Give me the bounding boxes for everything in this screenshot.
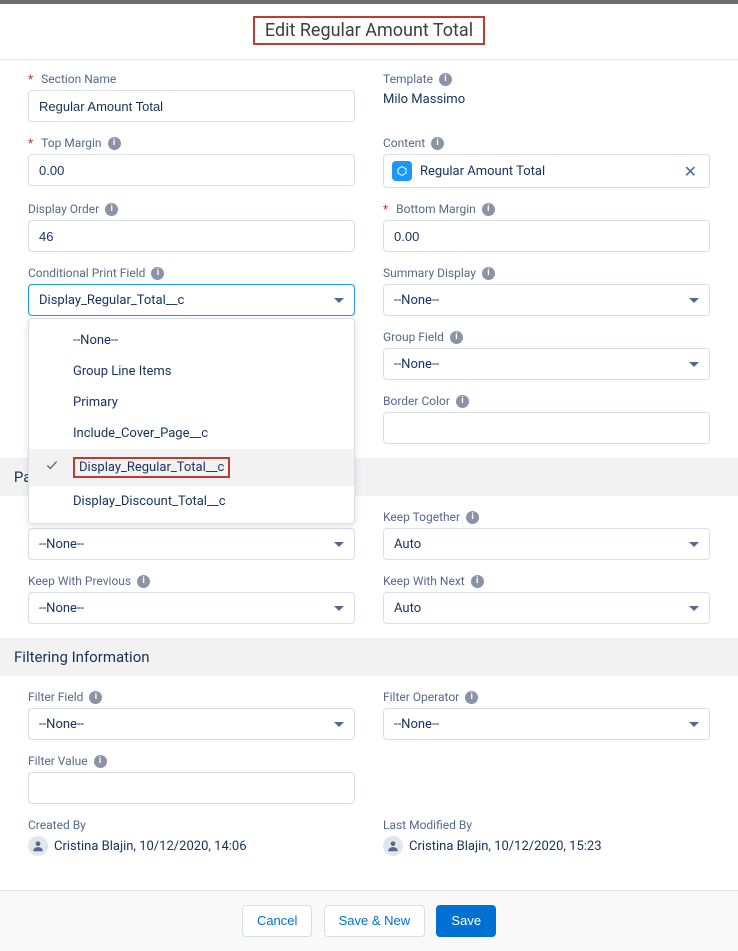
group-field-label: Group Fieldi <box>383 330 710 344</box>
close-icon[interactable]: ✕ <box>680 162 701 181</box>
border-color-input[interactable] <box>383 412 710 444</box>
chevron-down-icon <box>689 722 699 727</box>
avatar-icon <box>383 836 403 856</box>
info-icon: i <box>89 691 102 704</box>
content-lookup[interactable]: Regular Amount Total ✕ <box>383 154 710 188</box>
chevron-down-icon <box>689 362 699 367</box>
info-icon: i <box>431 137 444 150</box>
section-header-filtering: Filtering Information <box>0 638 738 676</box>
summary-display-select[interactable]: --None-- <box>383 284 710 316</box>
modified-by-label: Last Modified By <box>383 818 710 832</box>
dropdown-option-group-line-items[interactable]: Group Line Items <box>29 356 354 387</box>
conditional-print-field-dropdown: --None-- Group Line Items Primary Includ… <box>28 318 355 524</box>
conditional-print-field-label: Conditional Print Fieldi <box>28 266 355 280</box>
filter-field-select[interactable]: --None-- <box>28 708 355 740</box>
info-icon: i <box>456 395 469 408</box>
dropdown-option-display-discount-total[interactable]: Display_Discount_Total__c <box>29 486 354 517</box>
section-name-input[interactable] <box>28 90 355 122</box>
keep-with-next-label: Keep With Nexti <box>383 574 710 588</box>
chevron-down-icon <box>334 722 344 727</box>
chevron-down-icon <box>689 606 699 611</box>
section-name-label: *Section Name <box>28 72 355 86</box>
info-icon: i <box>471 575 484 588</box>
info-icon: i <box>482 267 495 280</box>
chevron-down-icon <box>689 542 699 547</box>
keep-with-next-select[interactable]: Auto <box>383 592 710 624</box>
page-title: Edit Regular Amount Total <box>253 16 485 45</box>
bottom-margin-input[interactable] <box>383 220 710 252</box>
chevron-down-icon <box>689 298 699 303</box>
keep-with-previous-label: Keep With Previousi <box>28 574 355 588</box>
check-icon <box>45 458 59 476</box>
content-value: Regular Amount Total <box>420 164 672 179</box>
created-by-label: Created By <box>28 818 355 832</box>
chevron-down-icon <box>334 298 344 303</box>
filter-field-label: Filter Fieldi <box>28 690 355 704</box>
dropdown-option-display-regular-total[interactable]: Display_Regular_Total__c <box>29 449 354 486</box>
save-button[interactable]: Save <box>436 905 496 937</box>
info-icon: i <box>137 575 150 588</box>
modal-header: Edit Regular Amount Total <box>0 4 738 60</box>
info-icon: i <box>108 137 121 150</box>
bottom-margin-label: *Bottom Margini <box>383 202 710 216</box>
conditional-print-field-select[interactable]: Display_Regular_Total__c <box>28 284 355 316</box>
group-field-select[interactable]: --None-- <box>383 348 710 380</box>
template-value: Milo Massimo <box>383 90 710 107</box>
display-order-input[interactable] <box>28 220 355 252</box>
page-break-select[interactable]: --None-- <box>28 528 355 560</box>
info-icon: i <box>482 203 495 216</box>
info-icon: i <box>439 73 452 86</box>
display-order-label: Display Orderi <box>28 202 355 216</box>
template-label: Templatei <box>383 72 710 86</box>
keep-together-select[interactable]: Auto <box>383 528 710 560</box>
summary-display-label: Summary Displayi <box>383 266 710 280</box>
modified-by-value: Cristina Blajin, 10/12/2020, 15:23 <box>383 836 710 856</box>
created-by-value: Cristina Blajin, 10/12/2020, 14:06 <box>28 836 355 856</box>
top-margin-input[interactable] <box>28 154 355 186</box>
cube-icon <box>392 161 412 181</box>
cancel-button[interactable]: Cancel <box>242 905 312 937</box>
info-icon: i <box>94 755 107 768</box>
chevron-down-icon <box>334 542 344 547</box>
dropdown-option-primary[interactable]: Primary <box>29 387 354 418</box>
form-area: *Section Name Templatei Milo Massimo *To… <box>0 60 738 890</box>
info-icon: i <box>466 511 479 524</box>
chevron-down-icon <box>334 606 344 611</box>
border-color-label: Border Colori <box>383 394 710 408</box>
save-new-button[interactable]: Save & New <box>324 905 426 937</box>
keep-together-label: Keep Togetheri <box>383 510 710 524</box>
info-icon: i <box>465 691 478 704</box>
avatar-icon <box>28 836 48 856</box>
keep-with-previous-select[interactable]: --None-- <box>28 592 355 624</box>
dropdown-option-include-cover-page[interactable]: Include_Cover_Page__c <box>29 418 354 449</box>
info-icon: i <box>151 267 164 280</box>
filter-operator-select[interactable]: --None-- <box>383 708 710 740</box>
info-icon: i <box>450 331 463 344</box>
filter-operator-label: Filter Operatori <box>383 690 710 704</box>
info-icon: i <box>105 203 118 216</box>
top-margin-label: *Top Margini <box>28 136 355 150</box>
footer: Cancel Save & New Save <box>0 890 738 951</box>
filter-value-input[interactable] <box>28 772 355 804</box>
dropdown-option-none[interactable]: --None-- <box>29 325 354 356</box>
filter-value-label: Filter Valuei <box>28 754 355 768</box>
content-label: Contenti <box>383 136 710 150</box>
